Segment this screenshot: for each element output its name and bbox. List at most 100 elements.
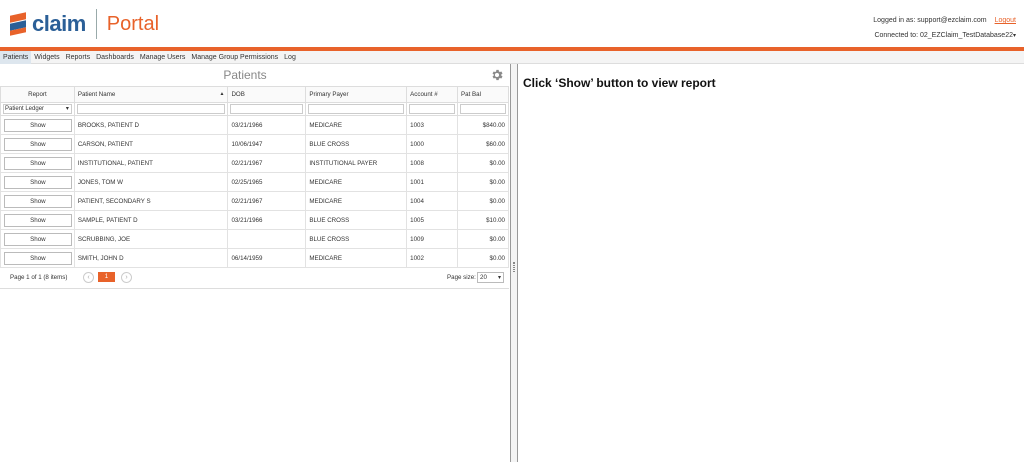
cell-dob: 06/14/1959 — [227, 248, 307, 268]
logged-in-user: support@ezclaim.com — [917, 17, 987, 24]
column-header-pat-bal[interactable]: Pat Bal — [457, 86, 509, 103]
cell-account: 1003 — [406, 115, 459, 135]
cell-primary-payer: MEDICARE — [305, 172, 408, 192]
nav-item-log[interactable]: Log — [281, 51, 299, 64]
cell-account: 1002 — [406, 248, 459, 268]
filter-pat-bal-input[interactable] — [460, 104, 506, 114]
show-report-button[interactable]: Show — [4, 251, 72, 265]
nav-item-widgets[interactable]: Widgets — [31, 51, 62, 64]
app-header: claim Portal Logged in as: support@ezcla… — [0, 0, 1024, 47]
table-row[interactable]: Show PATIENT, SECONDARY S 02/21/1967 MEDICA… — [0, 191, 509, 211]
chevron-down-icon: ▾ — [497, 275, 501, 281]
cell-pat-bal: $0.00 — [457, 229, 509, 249]
nav-item-dashboards[interactable]: Dashboards — [93, 51, 137, 64]
login-info: Logged in as: support@ezclaim.com Logout… — [873, 13, 1016, 44]
pane-splitter[interactable] — [510, 64, 518, 462]
cell-account: 1005 — [406, 210, 459, 230]
logout-link[interactable]: Logout — [995, 17, 1016, 24]
claim-logo-icon — [8, 12, 30, 36]
cell-account: 1004 — [406, 191, 459, 211]
cell-account: 1008 — [406, 153, 459, 173]
nav-item-patients[interactable]: Patients — [0, 50, 32, 64]
filter-dob-input[interactable] — [230, 104, 304, 114]
ezclaim-logo[interactable]: claim Portal — [8, 9, 159, 39]
previous-page-button[interactable]: ‹ — [83, 272, 94, 283]
main-nav: Patients Widgets Reports Dashboards Mana… — [0, 50, 1024, 64]
cell-dob: 10/06/1947 — [227, 134, 307, 154]
cell-primary-payer: MEDICARE — [305, 248, 408, 268]
cell-pat-bal: $0.00 — [457, 172, 509, 192]
cell-pat-bal: $10.00 — [457, 210, 509, 230]
splitter-grip-icon[interactable] — [513, 262, 515, 272]
column-header-primary-payer[interactable]: Primary Payer — [305, 86, 408, 103]
cell-pat-bal: $840.00 — [457, 115, 509, 135]
database-selector[interactable]: Connected to: 02_EZClaim_TestDatabase22▾ — [873, 28, 1016, 44]
logo-divider — [95, 9, 97, 39]
cell-dob: 02/21/1967 — [227, 191, 307, 211]
current-page-button[interactable]: 1 — [98, 272, 115, 282]
table-row[interactable]: Show CARSON, PATIENT 10/06/1947 BLUE CROSS 1… — [0, 134, 509, 154]
column-header-account[interactable]: Account # — [406, 86, 459, 103]
show-report-button[interactable]: Show — [4, 137, 72, 151]
table-row[interactable]: Show SMITH, JOHN D 06/14/1959 MEDICARE 1002 $… — [0, 248, 509, 268]
cell-dob — [227, 229, 307, 249]
filter-patient-name-input[interactable] — [76, 104, 226, 114]
cell-pat-bal: $0.00 — [457, 191, 509, 211]
nav-item-manage-users[interactable]: Manage Users — [137, 51, 189, 64]
cell-dob: 03/21/1966 — [227, 210, 307, 230]
cell-patient-name: JONES, TOM W — [73, 172, 229, 192]
cell-pat-bal: $60.00 — [457, 134, 509, 154]
show-report-button[interactable]: Show — [4, 118, 72, 132]
column-header-report: Report — [0, 86, 75, 103]
table-row[interactable]: Show BROOKS, PATIENT D 03/21/1966 MEDICARE 1… — [0, 115, 509, 135]
table-row[interactable]: Show SCRUBBING, JOE BLUE CROSS 1009 $0.00 — [0, 229, 509, 249]
filter-primary-payer-input[interactable] — [308, 104, 405, 114]
patients-pane: Patients Report Patient Name ▲ DOB Primar… — [0, 64, 510, 462]
cell-primary-payer: MEDICARE — [305, 191, 408, 211]
report-pane: Click ‘Show’ button to view report — [518, 64, 1024, 462]
cell-primary-payer: MEDICARE — [305, 115, 408, 135]
cell-dob: 03/21/1966 — [227, 115, 307, 135]
cell-primary-payer: BLUE CROSS — [305, 229, 408, 249]
column-header-patient-name[interactable]: Patient Name ▲ — [73, 86, 229, 103]
cell-account: 1001 — [406, 172, 459, 192]
portal-label: Portal — [106, 12, 160, 35]
show-report-button[interactable]: Show — [4, 175, 72, 189]
connected-db: 02_EZClaim_TestDatabase22 — [919, 32, 1013, 39]
pager-info: Page 1 of 1 (8 items) — [10, 274, 68, 281]
show-report-button[interactable]: Show — [4, 213, 72, 227]
cell-patient-name: CARSON, PATIENT — [73, 134, 229, 154]
page-size-select[interactable]: 20 ▾ — [477, 272, 504, 283]
page-size-label: Page size: — [447, 274, 476, 281]
cell-patient-name: PATIENT, SECONDARY S — [73, 191, 229, 211]
gear-icon[interactable] — [490, 68, 504, 82]
sort-asc-icon: ▲ — [219, 91, 225, 97]
cell-patient-name: SMITH, JOHN D — [73, 248, 229, 268]
report-placeholder-message: Click ‘Show’ button to view report — [523, 76, 716, 90]
page-title: Patients — [223, 68, 267, 82]
nav-item-reports[interactable]: Reports — [63, 51, 94, 64]
filter-account-input[interactable] — [409, 104, 456, 114]
cell-primary-payer: INSTITUTIONAL PAYER — [305, 153, 408, 173]
table-row[interactable]: Show JONES, TOM W 02/25/1965 MEDICARE 1001 $0… — [0, 172, 509, 192]
cell-patient-name: INSTITUTIONAL, PATIENT — [73, 153, 229, 173]
report-type-select[interactable]: Patient Ledger ▾ — [3, 104, 72, 114]
logo-text: claim — [32, 11, 86, 36]
column-header-dob[interactable]: DOB — [227, 86, 307, 103]
cell-pat-bal: $0.00 — [457, 248, 509, 268]
show-report-button[interactable]: Show — [4, 156, 72, 170]
cell-primary-payer: BLUE CROSS — [305, 210, 408, 230]
table-row[interactable]: Show SAMPLE, PATIENT D 03/21/1966 BLUE CROS… — [0, 210, 509, 230]
next-page-button[interactable]: › — [121, 272, 132, 283]
nav-item-manage-group-permissions[interactable]: Manage Group Permissions — [188, 51, 281, 64]
cell-patient-name: BROOKS, PATIENT D — [73, 115, 229, 135]
logged-in-label: Logged in as: — [873, 17, 916, 24]
show-report-button[interactable]: Show — [4, 232, 72, 246]
cell-account: 1000 — [406, 134, 459, 154]
chevron-down-icon: ▾ — [1012, 33, 1016, 39]
show-report-button[interactable]: Show — [4, 194, 72, 208]
table-row[interactable]: Show INSTITUTIONAL, PATIENT 02/21/1967 INST… — [0, 153, 509, 173]
connected-label: Connected to: — [874, 32, 919, 39]
cell-patient-name: SCRUBBING, JOE — [73, 229, 229, 249]
patients-table: Report Patient Name ▲ DOB Primary Payer A… — [0, 86, 509, 268]
